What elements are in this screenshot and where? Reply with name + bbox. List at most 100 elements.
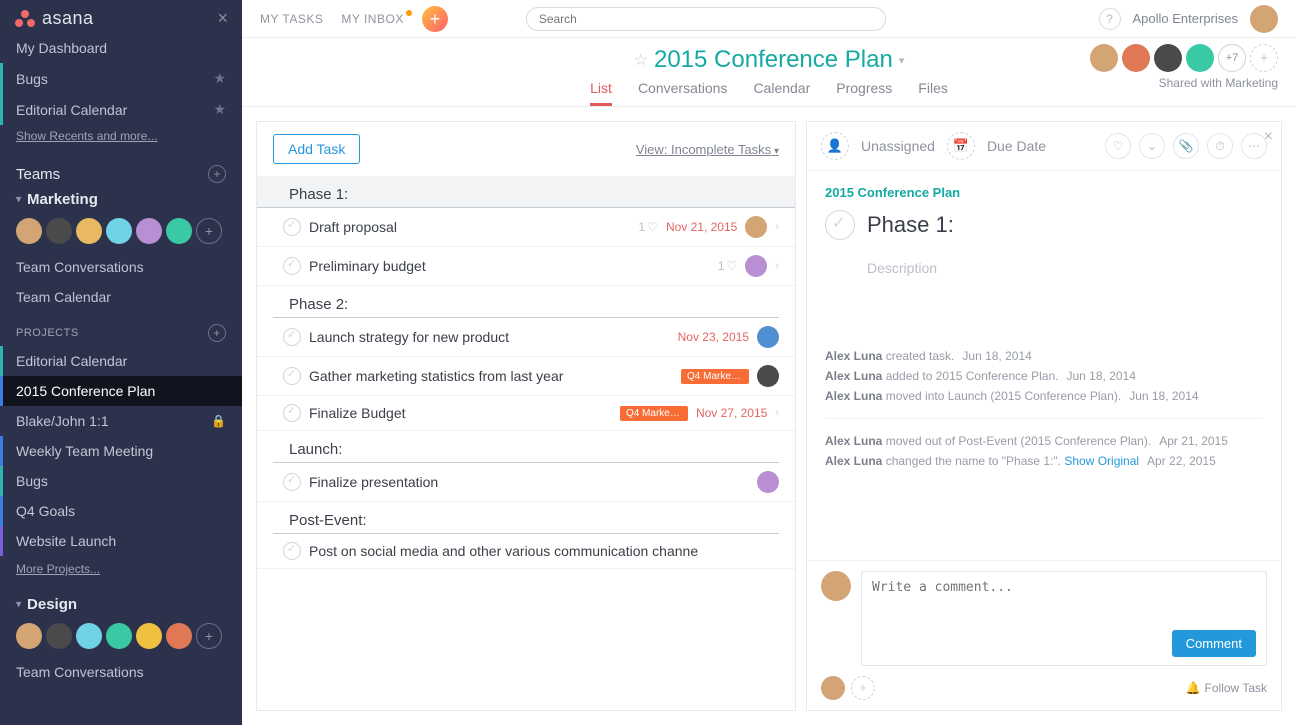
subtask-icon[interactable]: ⌄ — [1139, 133, 1165, 159]
org-switcher[interactable]: Apollo Enterprises — [1133, 11, 1239, 26]
like-count[interactable]: 1♡ — [638, 220, 657, 234]
description-placeholder[interactable]: Description — [867, 260, 1263, 276]
section-launch[interactable]: Launch: — [273, 431, 779, 463]
star-icon[interactable]: ★ — [213, 70, 226, 87]
view-selector[interactable]: View: Incomplete Tasks — [636, 142, 779, 157]
project-website-launch[interactable]: Website Launch — [0, 526, 242, 556]
add-member-button[interactable]: + — [1250, 44, 1278, 72]
complete-checkbox[interactable] — [283, 257, 301, 275]
tab-progress[interactable]: Progress — [836, 80, 892, 106]
like-icon[interactable]: ♡ — [1105, 133, 1131, 159]
avatar[interactable] — [16, 623, 42, 649]
assignee-placeholder-icon[interactable]: 👤 — [821, 132, 849, 160]
section-phase-2[interactable]: Phase 2: — [273, 286, 779, 318]
avatar[interactable] — [46, 218, 72, 244]
task-row[interactable]: Draft proposal 1♡ Nov 21, 2015 › — [257, 208, 795, 247]
team-marketing[interactable]: Marketing — [0, 187, 242, 212]
section-phase-1[interactable]: Phase 1: — [257, 176, 795, 208]
avatar[interactable] — [166, 218, 192, 244]
star-icon[interactable]: ★ — [213, 101, 226, 118]
section-post-event[interactable]: Post-Event: — [273, 502, 779, 534]
add-member-button[interactable]: + — [196, 218, 222, 244]
more-members-button[interactable]: +7 — [1218, 44, 1246, 72]
task-row[interactable]: Gather marketing statistics from last ye… — [257, 357, 795, 396]
member-avatar[interactable] — [1186, 44, 1214, 72]
search-input[interactable] — [539, 12, 873, 26]
follow-task-button[interactable]: 🔔Follow Task — [1186, 681, 1267, 695]
project-menu-chevron-icon[interactable]: ▾ — [899, 54, 905, 67]
comment-button[interactable]: Comment — [1172, 630, 1256, 657]
complete-checkbox[interactable] — [825, 210, 855, 240]
project-q4-goals[interactable]: Q4 Goals — [0, 496, 242, 526]
project-tag[interactable]: Q4 Marketi... — [620, 406, 688, 421]
member-avatar[interactable] — [1154, 44, 1182, 72]
my-tasks-link[interactable]: MY TASKS — [260, 12, 323, 26]
project-title[interactable]: 2015 Conference Plan — [654, 46, 893, 74]
complete-checkbox[interactable] — [283, 473, 301, 491]
detail-project-link[interactable]: 2015 Conference Plan — [825, 185, 1263, 200]
close-detail-icon[interactable]: × — [1264, 128, 1273, 146]
assignee-avatar[interactable] — [757, 365, 779, 387]
project-blake-john[interactable]: Blake/John 1:1🔒 — [0, 406, 242, 436]
team-conversations-link[interactable]: Team Conversations — [0, 252, 242, 282]
team-calendar-link[interactable]: Team Calendar — [0, 282, 242, 312]
avatar[interactable] — [16, 218, 42, 244]
project-tag[interactable]: Q4 Marketi... — [681, 369, 749, 384]
comment-box[interactable]: Comment — [861, 571, 1267, 666]
like-count[interactable]: 1♡ — [718, 259, 737, 273]
team-conversations-link[interactable]: Team Conversations — [0, 657, 242, 687]
more-projects-link[interactable]: More Projects... — [0, 556, 242, 582]
complete-checkbox[interactable] — [283, 542, 301, 560]
add-team-button[interactable]: + — [208, 165, 226, 183]
tab-calendar[interactable]: Calendar — [753, 80, 810, 106]
avatar[interactable] — [106, 623, 132, 649]
search-box[interactable] — [526, 7, 886, 31]
task-row[interactable]: Launch strategy for new product Nov 23, … — [257, 318, 795, 357]
show-original-link[interactable]: Show Original — [1064, 454, 1139, 468]
help-icon[interactable]: ? — [1099, 8, 1121, 30]
complete-checkbox[interactable] — [283, 328, 301, 346]
quick-add-button[interactable]: + — [422, 6, 448, 32]
assignee-avatar[interactable] — [757, 471, 779, 493]
assignee-avatar[interactable] — [745, 216, 767, 238]
unassigned-label[interactable]: Unassigned — [861, 138, 935, 154]
collapse-sidebar-icon[interactable]: × — [217, 8, 228, 29]
tab-conversations[interactable]: Conversations — [638, 80, 728, 106]
member-avatar[interactable] — [1090, 44, 1118, 72]
project-2015-conference-plan[interactable]: 2015 Conference Plan — [0, 376, 242, 406]
avatar[interactable] — [46, 623, 72, 649]
comment-input[interactable] — [872, 580, 1256, 610]
due-date-placeholder-icon[interactable]: 📅 — [947, 132, 975, 160]
favorite-star-icon[interactable]: ☆ — [634, 50, 648, 70]
add-member-button[interactable]: + — [196, 623, 222, 649]
avatar[interactable] — [106, 218, 132, 244]
sidebar-fav-editorial[interactable]: Editorial Calendar★ — [0, 94, 242, 125]
task-row[interactable]: Preliminary budget 1♡ › — [257, 247, 795, 286]
profile-avatar[interactable] — [1250, 5, 1278, 33]
project-bugs[interactable]: Bugs — [0, 466, 242, 496]
avatar[interactable] — [76, 218, 102, 244]
project-editorial-calendar[interactable]: Editorial Calendar — [0, 346, 242, 376]
assignee-avatar[interactable] — [745, 255, 767, 277]
avatar[interactable] — [166, 623, 192, 649]
my-inbox-link[interactable]: MY INBOX — [341, 12, 403, 26]
tab-list[interactable]: List — [590, 80, 612, 106]
tab-files[interactable]: Files — [918, 80, 948, 106]
avatar[interactable] — [136, 218, 162, 244]
complete-checkbox[interactable] — [283, 404, 301, 422]
avatar[interactable] — [76, 623, 102, 649]
detail-title[interactable]: Phase 1: — [867, 212, 1263, 238]
show-recents-link[interactable]: Show Recents and more... — [0, 125, 242, 155]
project-weekly-team-meeting[interactable]: Weekly Team Meeting — [0, 436, 242, 466]
add-project-button[interactable]: + — [208, 324, 226, 342]
task-row[interactable]: Post on social media and other various c… — [257, 534, 795, 569]
avatar[interactable] — [136, 623, 162, 649]
sidebar-my-dashboard[interactable]: My Dashboard — [0, 33, 242, 63]
add-collaborator-button[interactable]: + — [851, 676, 875, 700]
sidebar-fav-bugs[interactable]: Bugs★ — [0, 63, 242, 94]
due-date-label[interactable]: Due Date — [987, 138, 1046, 154]
task-row[interactable]: Finalize Budget Q4 Marketi... Nov 27, 20… — [257, 396, 795, 431]
complete-checkbox[interactable] — [283, 218, 301, 236]
task-row[interactable]: Finalize presentation — [257, 463, 795, 502]
timer-icon[interactable]: ⏱ — [1207, 133, 1233, 159]
